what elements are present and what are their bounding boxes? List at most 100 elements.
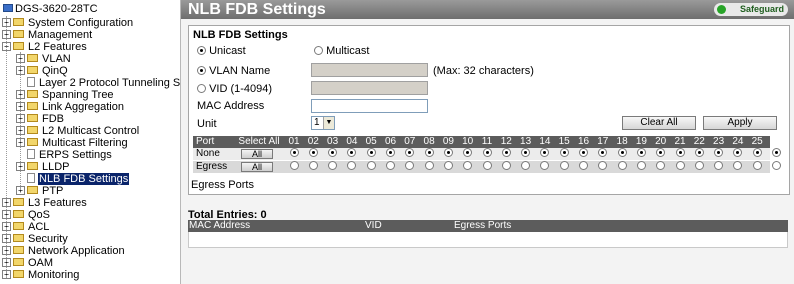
port-18-egress-radio[interactable] bbox=[617, 161, 627, 170]
apply-button[interactable]: Apply bbox=[703, 116, 777, 130]
tree-item-fdb[interactable]: + FDB bbox=[16, 113, 65, 125]
multicast-option[interactable]: Multicast bbox=[314, 45, 369, 57]
tree-item-acl[interactable]: + ACL bbox=[2, 221, 50, 233]
port-14-none-radio[interactable] bbox=[540, 148, 550, 157]
unicast-radio[interactable] bbox=[197, 46, 206, 55]
port-12-egress-radio[interactable] bbox=[501, 161, 511, 170]
port-18-none-radio[interactable] bbox=[617, 148, 627, 157]
port-14-egress-radio[interactable] bbox=[540, 161, 550, 170]
port-09-egress-radio[interactable] bbox=[443, 161, 453, 170]
port-16-egress-radio[interactable] bbox=[579, 161, 588, 170]
vid-input[interactable] bbox=[311, 81, 428, 95]
port-07-none-radio[interactable] bbox=[405, 148, 415, 157]
port-cell bbox=[324, 148, 342, 160]
tree-item-nlb-fdb-settings[interactable]: NLB FDB Settings bbox=[16, 173, 130, 185]
vid-option[interactable]: VID (1-4094) bbox=[197, 83, 272, 95]
clear-all-button[interactable]: Clear All bbox=[622, 116, 696, 130]
port-05-egress-radio[interactable] bbox=[366, 161, 376, 170]
port-19-none-radio[interactable] bbox=[636, 148, 646, 157]
port-01-none-radio[interactable] bbox=[289, 148, 299, 157]
tree-item-network-application[interactable]: + Network Application bbox=[2, 245, 126, 257]
port-04-none-radio[interactable] bbox=[347, 148, 357, 157]
port-13-egress-radio[interactable] bbox=[521, 161, 531, 170]
multicast-radio[interactable] bbox=[314, 46, 323, 55]
vlan-name-option[interactable]: VLAN Name bbox=[197, 65, 270, 77]
port-24-egress-radio[interactable] bbox=[733, 161, 743, 170]
tree-item-oam[interactable]: + OAM bbox=[2, 257, 54, 269]
tree-item-link-aggregation[interactable]: + Link Aggregation bbox=[16, 101, 125, 113]
unicast-option[interactable]: Unicast bbox=[197, 45, 246, 57]
tree-item-ptp[interactable]: + PTP bbox=[16, 185, 64, 197]
port-25-none-radio[interactable] bbox=[752, 148, 762, 157]
tree-item-qinq[interactable]: + QinQ bbox=[16, 65, 69, 77]
port-02-none-radio[interactable] bbox=[308, 148, 318, 157]
tree-root[interactable]: DGS-3620-28TC bbox=[2, 3, 98, 16]
tree-item-system-configuration[interactable]: + System Configuration bbox=[2, 17, 134, 29]
tree-item-management[interactable]: + Management bbox=[2, 29, 93, 41]
port-20-egress-radio[interactable] bbox=[656, 161, 666, 170]
vid-label: VID (1-4094) bbox=[209, 83, 273, 95]
port-04-egress-radio[interactable] bbox=[347, 161, 357, 170]
tree-item-layer-2-protocol-tunneling-settings[interactable]: Layer 2 Protocol Tunneling Settings bbox=[16, 77, 180, 89]
port-16-none-radio[interactable] bbox=[579, 148, 588, 157]
mac-address-input[interactable] bbox=[311, 99, 428, 113]
tree-item-lldp[interactable]: + LLDP bbox=[16, 161, 71, 173]
tree-item-l2-features[interactable]: − L2 Features bbox=[2, 41, 88, 53]
port-05-none-radio[interactable] bbox=[366, 148, 376, 157]
port-10-egress-radio[interactable] bbox=[463, 161, 473, 170]
port-03-none-radio[interactable] bbox=[328, 148, 338, 157]
port-11-egress-radio[interactable] bbox=[482, 161, 492, 170]
port-17-none-radio[interactable] bbox=[598, 148, 608, 157]
port-01-egress-radio[interactable] bbox=[289, 161, 299, 170]
navigation-tree: DGS-3620-28TC + System Configuration + Mana… bbox=[0, 0, 181, 284]
vid-radio[interactable] bbox=[197, 84, 206, 93]
port-24-none-radio[interactable] bbox=[733, 148, 743, 157]
port-20-none-radio[interactable] bbox=[656, 148, 666, 157]
port-23-none-radio[interactable] bbox=[714, 148, 724, 157]
port-cell bbox=[285, 148, 303, 160]
port-02-egress-radio[interactable] bbox=[308, 161, 318, 170]
port-17-egress-radio[interactable] bbox=[598, 161, 608, 170]
vlan-name-input[interactable] bbox=[311, 63, 428, 77]
port-06-egress-radio[interactable] bbox=[386, 161, 395, 170]
port-15-none-radio[interactable] bbox=[559, 148, 569, 157]
port-26-none-radio[interactable] bbox=[772, 148, 781, 157]
vlan-name-radio[interactable] bbox=[197, 66, 206, 75]
port-21-egress-radio[interactable] bbox=[675, 161, 685, 170]
port-cell bbox=[439, 148, 457, 160]
port-07-egress-radio[interactable] bbox=[405, 161, 415, 170]
port-08-none-radio[interactable] bbox=[424, 148, 434, 157]
tree-item-vlan[interactable]: + VLAN bbox=[16, 53, 72, 65]
port-08-egress-radio[interactable] bbox=[424, 161, 434, 170]
none-all-button[interactable]: All bbox=[241, 149, 273, 159]
port-22-egress-radio[interactable] bbox=[694, 161, 704, 170]
port-06-none-radio[interactable] bbox=[386, 148, 395, 157]
tree-item-security[interactable]: + Security bbox=[2, 233, 69, 245]
port-23-egress-radio[interactable] bbox=[714, 161, 724, 170]
egress-all-button[interactable]: All bbox=[241, 162, 273, 172]
tree-item-l3-features[interactable]: + L3 Features bbox=[2, 197, 88, 209]
tree-item-multicast-filtering[interactable]: + Multicast Filtering bbox=[16, 137, 129, 149]
tree-item-erps-settings[interactable]: ERPS Settings bbox=[16, 149, 113, 161]
port-13-none-radio[interactable] bbox=[521, 148, 531, 157]
port-10-none-radio[interactable] bbox=[463, 148, 473, 157]
folder-icon bbox=[13, 222, 24, 230]
port-03-egress-radio[interactable] bbox=[328, 161, 338, 170]
tree-item-spanning-tree[interactable]: + Spanning Tree bbox=[16, 89, 115, 101]
port-11-none-radio[interactable] bbox=[482, 148, 492, 157]
port-26-egress-radio[interactable] bbox=[772, 161, 781, 170]
port-12-none-radio[interactable] bbox=[501, 148, 511, 157]
port-21-none-radio[interactable] bbox=[675, 148, 685, 157]
unit-select[interactable]: 1 ▼ bbox=[311, 116, 335, 130]
tree-item-qos[interactable]: + QoS bbox=[2, 209, 51, 221]
port-cell bbox=[343, 161, 361, 173]
port-15-egress-radio[interactable] bbox=[559, 161, 569, 170]
tree-item-l2-multicast-control[interactable]: + L2 Multicast Control bbox=[16, 125, 140, 137]
port-22-none-radio[interactable] bbox=[694, 148, 704, 157]
tree-item-monitoring[interactable]: + Monitoring bbox=[2, 269, 80, 281]
port-19-egress-radio[interactable] bbox=[636, 161, 646, 170]
tree-item-label: ACL bbox=[28, 221, 50, 233]
dropdown-arrow-icon[interactable]: ▼ bbox=[323, 117, 334, 129]
port-25-egress-radio[interactable] bbox=[752, 161, 762, 170]
port-09-none-radio[interactable] bbox=[443, 148, 453, 157]
